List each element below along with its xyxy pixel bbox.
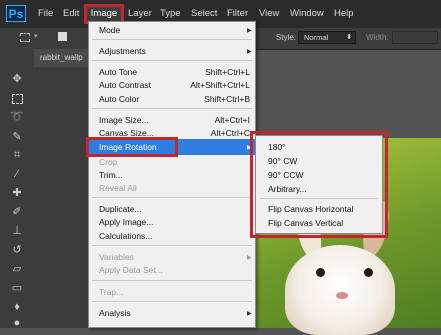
crop-tool-icon[interactable]: ⌗ xyxy=(10,148,24,162)
menu-layer[interactable]: Layer xyxy=(128,8,152,19)
menu-edit[interactable]: Edit xyxy=(63,8,79,19)
canvas-background xyxy=(34,67,88,328)
menu-window[interactable]: Window xyxy=(290,8,324,19)
menu-item-analysis[interactable]: Analysis xyxy=(99,308,131,318)
rabbit-head xyxy=(285,245,395,335)
eyedropper-icon[interactable]: ⁄ xyxy=(10,167,24,181)
new-selection-icon[interactable] xyxy=(58,32,67,41)
shortcut-canvas-size: Alt+Ctrl+C xyxy=(210,128,250,138)
lasso-tool-icon[interactable]: ➰ xyxy=(10,110,24,124)
rabbit-eye-left xyxy=(316,268,325,277)
menu-file[interactable]: File xyxy=(38,8,53,19)
menu-separator xyxy=(92,60,252,61)
submenu-item-flip-horizontal[interactable]: Flip Canvas Horizontal xyxy=(268,204,354,214)
menu-help[interactable]: Help xyxy=(334,8,354,19)
menu-item-trap: Trap... xyxy=(99,287,124,297)
menu-item-apply-data-set: Apply Data Set... xyxy=(99,265,163,275)
menu-item-calculations[interactable]: Calculations... xyxy=(99,231,152,241)
menu-item-adjustments[interactable]: Adjustments xyxy=(99,46,146,56)
menu-separator xyxy=(92,245,252,246)
submenu-item-90-ccw[interactable]: 90° CCW xyxy=(268,170,304,180)
menu-separator xyxy=(92,301,252,302)
menu-filter[interactable]: Filter xyxy=(227,8,248,19)
shortcut-image-size: Alt+Ctrl+I xyxy=(214,115,250,125)
shortcut-auto-contrast: Alt+Shift+Ctrl+L xyxy=(190,80,250,90)
menu-item-reveal-all: Reveal All xyxy=(99,183,137,193)
quick-selection-icon[interactable]: ✎ xyxy=(10,130,24,144)
menu-item-auto-contrast[interactable]: Auto Contrast xyxy=(99,80,151,90)
menu-separator xyxy=(92,108,252,109)
image-rotation-callout xyxy=(86,137,178,157)
clone-stamp-icon[interactable]: ⊥ xyxy=(10,224,24,238)
history-brush-icon[interactable]: ↺ xyxy=(10,243,24,257)
style-select[interactable]: Normal ⬍ xyxy=(298,31,356,44)
menu-view[interactable]: View xyxy=(259,8,279,19)
menu-separator xyxy=(92,39,252,40)
shortcut-auto-tone: Shift+Ctrl+L xyxy=(205,67,250,77)
rabbit-eye-right xyxy=(364,268,373,277)
submenu-item-90-cw[interactable]: 90° CW xyxy=(268,156,297,166)
menu-type[interactable]: Type xyxy=(160,8,181,19)
menu-item-crop: Crop xyxy=(99,157,118,167)
submenu-arrow-icon: ▶ xyxy=(247,28,252,34)
marquee-tool-icon[interactable] xyxy=(12,94,23,104)
menu-item-mode[interactable]: Mode xyxy=(99,25,120,35)
width-label: Width: xyxy=(366,33,389,42)
healing-brush-icon[interactable]: ✚ xyxy=(10,186,24,200)
menu-item-variables: Variables xyxy=(99,252,134,262)
photoshop-logo: Ps xyxy=(6,5,26,22)
document-tab-label: rabbit_wallp xyxy=(40,53,83,62)
menu-item-image-size[interactable]: Image Size... xyxy=(99,115,149,125)
menu-item-auto-tone[interactable]: Auto Tone xyxy=(99,67,137,77)
width-field[interactable] xyxy=(392,31,438,44)
rectangular-marquee-icon[interactable] xyxy=(20,33,30,42)
menu-item-duplicate[interactable]: Duplicate... xyxy=(99,204,142,214)
menu-separator xyxy=(92,197,252,198)
menu-item-auto-color[interactable]: Auto Color xyxy=(99,94,139,104)
style-value: Normal xyxy=(304,33,329,42)
menu-separator xyxy=(92,280,252,281)
rabbit-nose xyxy=(336,292,348,299)
menu-select[interactable]: Select xyxy=(191,8,217,19)
style-label: Style: xyxy=(276,33,297,42)
chevron-down-icon: ⬍ xyxy=(346,34,352,41)
submenu-item-flip-vertical[interactable]: Flip Canvas Vertical xyxy=(268,218,343,228)
submenu-item-arbitrary[interactable]: Arbitrary... xyxy=(268,184,307,194)
brush-tool-icon[interactable]: ✐ xyxy=(10,205,24,219)
move-tool-icon[interactable]: ✥ xyxy=(10,72,24,86)
chevron-down-icon[interactable]: ▾ xyxy=(34,32,38,40)
shortcut-auto-color: Shift+Ctrl+B xyxy=(204,94,250,104)
eraser-icon[interactable]: ▱ xyxy=(10,262,24,276)
menu-separator xyxy=(260,198,378,199)
submenu-item-180[interactable]: 180° xyxy=(268,142,286,152)
submenu-arrow-icon: ▶ xyxy=(247,49,252,55)
submenu-arrow-icon: ▶ xyxy=(247,311,252,317)
menu-item-trim[interactable]: Trim... xyxy=(99,170,123,180)
submenu-arrow-icon: ▶ xyxy=(247,255,252,261)
gradient-tool-icon[interactable]: ▭ xyxy=(10,281,24,295)
menu-item-apply-image[interactable]: Apply Image... xyxy=(99,217,153,227)
blur-tool-icon[interactable]: ♦ xyxy=(10,300,24,314)
